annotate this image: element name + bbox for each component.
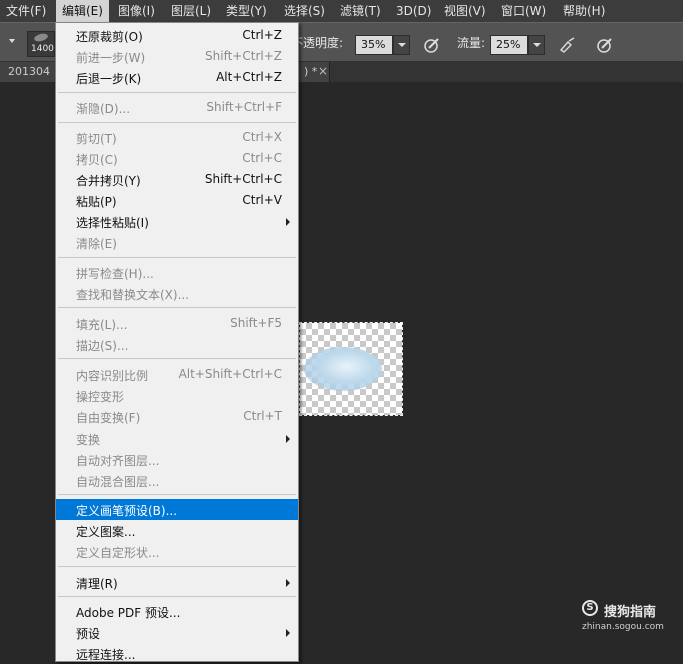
sogou-logo-icon: S	[582, 600, 598, 616]
menu-item-free-transform[interactable]: 自由变换(F) Ctrl+T	[56, 406, 298, 427]
menu-item-transform[interactable]: 变换	[56, 428, 298, 449]
tool-preset-dropdown[interactable]	[9, 39, 15, 43]
menu-help[interactable]: 帮助(H)	[557, 0, 611, 22]
menu-item-define-brush-preset[interactable]: 定义画笔预设(B)...	[56, 499, 298, 520]
document-tab-title-suffix: ) *	[304, 65, 318, 78]
menu-item-step-backward[interactable]: 后退一步(K) Alt+Ctrl+Z	[56, 67, 298, 88]
menu-item-puppet-warp[interactable]: 操控变形	[56, 385, 298, 406]
brush-tip-icon	[33, 32, 49, 43]
menu-item-step-forward[interactable]: 前进一步(W) Shift+Ctrl+Z	[56, 46, 298, 67]
menu-layer[interactable]: 图层(L)	[165, 0, 217, 22]
menu-item-remote-connections[interactable]: 远程连接...	[56, 643, 298, 664]
sogou-watermark: S 搜狗指南 zhinan.sogou.com	[582, 600, 672, 636]
tablet-pressure-size-icon[interactable]	[596, 36, 614, 54]
menu-separator	[58, 122, 296, 123]
menu-separator	[58, 494, 296, 495]
opacity-dropdown[interactable]	[393, 35, 410, 55]
submenu-arrow-icon	[286, 218, 290, 226]
brush-size-label: 1400	[31, 44, 54, 54]
flow-dropdown[interactable]	[528, 35, 545, 55]
menu-item-adobe-pdf-presets[interactable]: Adobe PDF 预设...	[56, 601, 298, 622]
menu-3d[interactable]: 3D(D)	[390, 0, 437, 22]
menu-item-define-pattern[interactable]: 定义图案...	[56, 520, 298, 541]
menu-item-stroke[interactable]: 描边(S)...	[56, 334, 298, 355]
menu-view[interactable]: 视图(V)	[438, 0, 492, 22]
flow-input[interactable]: 25%	[490, 35, 528, 55]
tablet-pressure-opacity-icon[interactable]	[423, 36, 441, 54]
watermark-url: zhinan.sogou.com	[582, 622, 664, 632]
canvas-selection[interactable]	[299, 322, 403, 416]
menu-item-fill[interactable]: 填充(L)... Shift+F5	[56, 313, 298, 334]
menu-separator	[58, 596, 296, 597]
opacity-input[interactable]: 35%	[355, 35, 393, 55]
menu-filter[interactable]: 滤镜(T)	[334, 0, 387, 22]
menu-item-fade[interactable]: 渐隐(D)... Shift+Ctrl+F	[56, 97, 298, 118]
watermark-name: 搜狗指南	[604, 605, 657, 620]
menu-item-copy[interactable]: 拷贝(C) Ctrl+C	[56, 148, 298, 169]
document-tab-title: 201304	[8, 65, 50, 78]
menu-item-paste[interactable]: 粘贴(P) Ctrl+V	[56, 190, 298, 211]
airbrush-icon[interactable]	[558, 36, 576, 54]
menu-separator	[58, 566, 296, 567]
menu-edit[interactable]: 编辑(E)	[56, 0, 109, 22]
menu-window[interactable]: 窗口(W)	[495, 0, 552, 22]
menu-image[interactable]: 图像(I)	[112, 0, 161, 22]
menu-item-check-spelling[interactable]: 拼写检查(H)...	[56, 262, 298, 283]
menu-separator	[58, 307, 296, 308]
menu-select[interactable]: 选择(S)	[278, 0, 331, 22]
menu-item-auto-blend-layers[interactable]: 自动混合图层...	[56, 470, 298, 491]
menu-item-content-aware-scale[interactable]: 内容识别比例 Alt+Shift+Ctrl+C	[56, 364, 298, 385]
menu-separator	[58, 257, 296, 258]
menu-item-copy-merged[interactable]: 合并拷贝(Y) Shift+Ctrl+C	[56, 169, 298, 190]
menu-item-define-custom-shape[interactable]: 定义自定形状...	[56, 541, 298, 562]
cloud-brush-shape	[304, 347, 382, 391]
menu-file[interactable]: 文件(F)	[0, 0, 52, 22]
submenu-arrow-icon	[286, 579, 290, 587]
menu-item-undo-crop[interactable]: 还原裁剪(O) Ctrl+Z	[56, 25, 298, 46]
menu-type[interactable]: 类型(Y)	[220, 0, 273, 22]
menu-item-clear[interactable]: 清除(E)	[56, 232, 298, 253]
menu-separator	[58, 358, 296, 359]
close-tab-icon[interactable]: ×	[318, 64, 328, 78]
menu-item-find-replace[interactable]: 查找和替换文本(X)...	[56, 283, 298, 304]
menu-item-cut[interactable]: 剪切(T) Ctrl+X	[56, 127, 298, 148]
submenu-arrow-icon	[286, 629, 290, 637]
flow-label: 流量:	[457, 36, 486, 50]
submenu-arrow-icon	[286, 435, 290, 443]
menu-bar: 文件(F) 编辑(E) 图像(I) 图层(L) 类型(Y) 选择(S) 滤镜(T…	[0, 0, 683, 22]
menu-separator	[58, 92, 296, 93]
edit-menu-dropdown: 还原裁剪(O) Ctrl+Z 前进一步(W) Shift+Ctrl+Z 后退一步(K…	[55, 22, 299, 662]
menu-item-presets[interactable]: 预设	[56, 622, 298, 643]
menu-item-paste-special[interactable]: 选择性粘贴(I)	[56, 211, 298, 232]
menu-item-purge[interactable]: 清理(R)	[56, 572, 298, 593]
menu-item-auto-align-layers[interactable]: 自动对齐图层...	[56, 449, 298, 470]
brush-preset-picker[interactable]: 1400	[27, 31, 55, 57]
